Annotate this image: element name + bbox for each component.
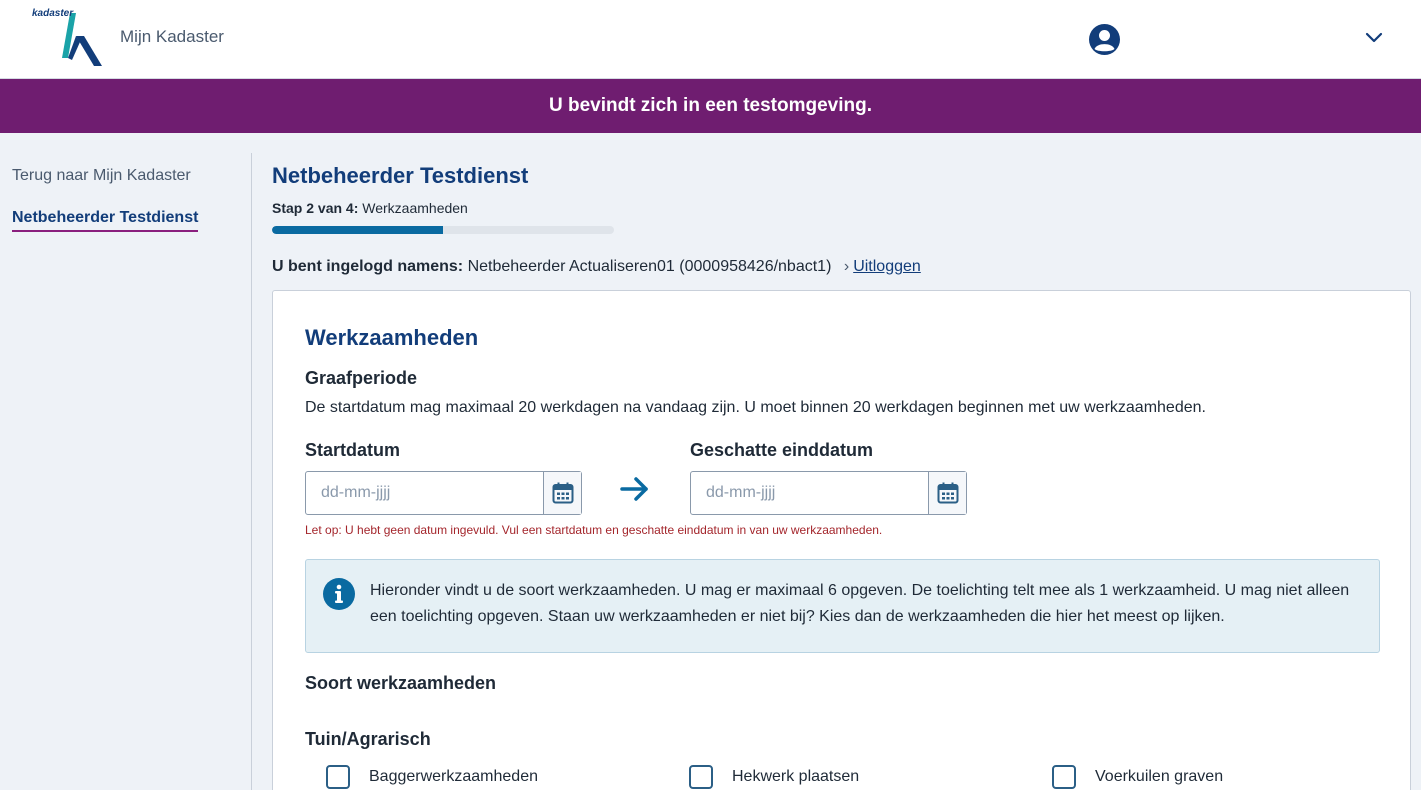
end-date-input[interactable] [691,472,928,514]
graafperiode-heading: Graafperiode [305,368,418,388]
top-header: kadaster Mijn Kadaster [0,0,1421,79]
start-calendar-button[interactable] [543,472,581,514]
start-date-input[interactable] [306,472,543,514]
chevron-down-icon[interactable] [1364,30,1384,46]
checkbox-baggerwerkzaamheden[interactable]: Baggerwerkzaamheden [326,765,538,789]
arrow-right-icon [619,473,651,505]
step-indicator: Stap 2 van 4: Werkzaamheden [272,200,468,216]
sidebar-item-testdienst[interactable]: Netbeheerder Testdienst [12,209,199,232]
checkbox-box[interactable] [326,765,350,789]
info-box: Hieronder vindt u de soort werkzaamheden… [305,559,1380,653]
checkbox-hekwerk-plaatsen[interactable]: Hekwerk plaatsen [689,765,859,789]
login-label: U bent ingelogd namens: [272,258,464,275]
step-name: Werkzaamheden [362,200,468,216]
soort-werkzaamheden-heading: Soort werkzaamheden [305,673,497,693]
checkbox-label: Baggerwerkzaamheden [369,768,538,785]
logo-wordmark: kadaster [32,8,74,19]
kadaster-logo[interactable]: kadaster [30,8,106,70]
tuin-agrarisch-heading: Tuin/Agrarisch [305,729,431,749]
calendar-icon [937,482,958,504]
checkbox-voerkuilen-graven[interactable]: Voerkuilen graven [1052,765,1223,789]
logout-link[interactable]: Uitloggen [853,258,921,275]
login-info: U bent ingelogd namens: Netbeheerder Act… [272,258,921,276]
end-date-label: Geschatte einddatum [690,440,874,460]
sidebar-item-back[interactable]: Terug naar Mijn Kadaster [12,167,191,185]
date-warning: Let op: U hebt geen datum ingevuld. Vul … [305,523,883,537]
graafperiode-description: De startdatum mag maximaal 20 werkdagen … [305,399,1206,416]
info-icon [323,578,355,610]
start-date-field [305,471,582,515]
checkbox-box[interactable] [1052,765,1076,789]
login-value: Netbeheerder Actualiseren01 (0000958426/… [467,258,832,275]
checkbox-box[interactable] [689,765,713,789]
sidebar: Terug naar Mijn Kadaster Netbeheerder Te… [0,153,252,790]
progress-bar [272,226,614,234]
checkbox-label: Hekwerk plaatsen [732,768,860,785]
chevron-right-icon: › [843,258,850,275]
step-prefix: Stap 2 van 4: [272,200,359,216]
page-title: Netbeheerder Testdienst [272,163,529,188]
app-name[interactable]: Mijn Kadaster [120,27,224,47]
info-text: Hieronder vindt u de soort werkzaamheden… [370,582,1350,625]
end-date-field [690,471,967,515]
progress-fill [272,226,443,234]
werkzaamheden-card: Werkzaamheden Graafperiode De startdatum… [272,290,1411,790]
end-calendar-button[interactable] [928,472,966,514]
user-icon[interactable] [1088,23,1121,56]
start-date-label: Startdatum [305,440,401,460]
card-title: Werkzaamheden [305,325,479,350]
checkbox-label: Voerkuilen graven [1095,768,1224,785]
test-environment-banner: U bevindt zich in een testomgeving. [0,79,1421,133]
calendar-icon [552,482,573,504]
